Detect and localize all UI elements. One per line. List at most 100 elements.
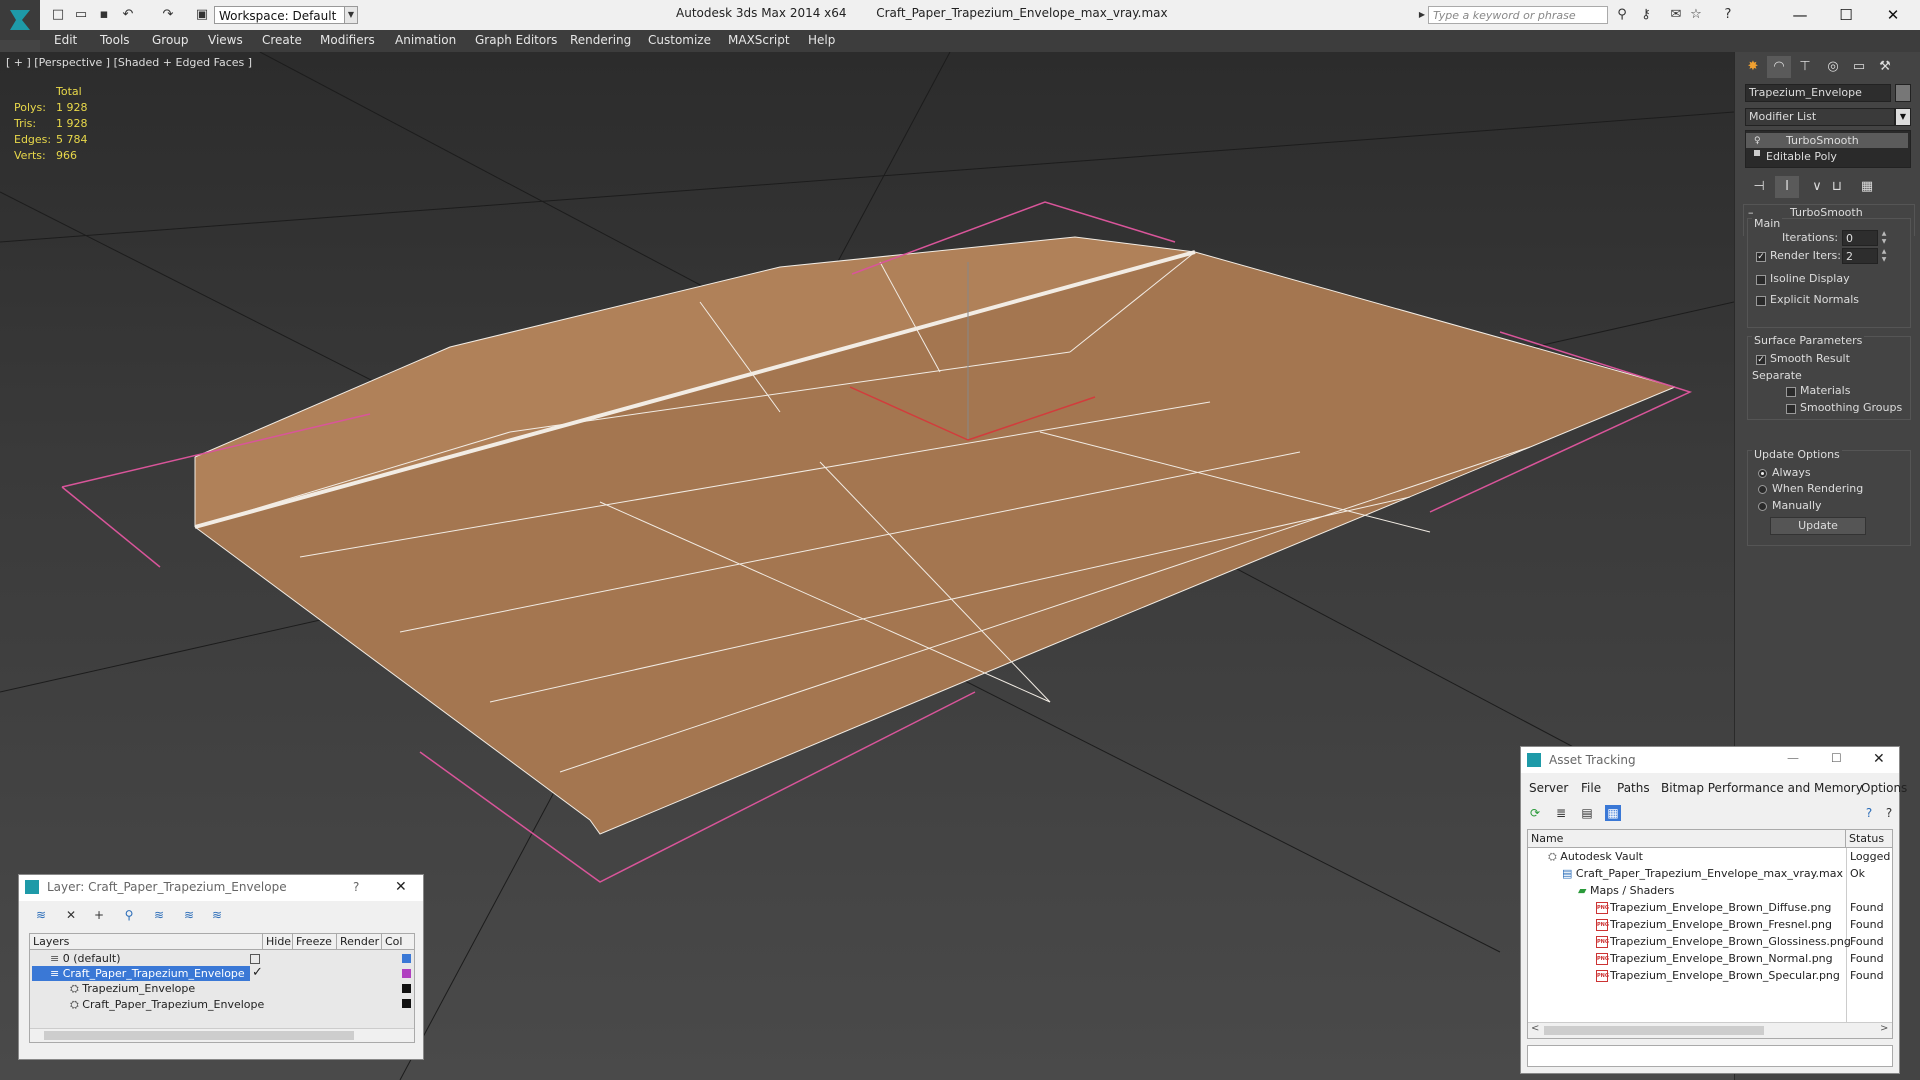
help-button[interactable]: ? [353, 880, 359, 894]
iterations-spinner[interactable]: 0 [1842, 230, 1878, 246]
workspace-dropdown[interactable]: Workspace: Default [214, 6, 354, 24]
save-icon[interactable]: ▪ [96, 7, 112, 23]
search-input[interactable]: Type a keyword or phrase [1428, 6, 1608, 24]
communication-icon[interactable]: ✉ [1668, 7, 1684, 23]
spinner-arrows-icon[interactable]: ▲ ▼ [1880, 230, 1888, 246]
close-icon[interactable]: ✕ [395, 879, 407, 895]
table-row[interactable]: ▰ Maps / Shaders [1578, 884, 1674, 897]
motion-tab-icon[interactable]: ◎ [1821, 56, 1845, 78]
app-logo[interactable] [0, 0, 40, 40]
materials-checkbox[interactable] [1786, 387, 1796, 397]
table-view-icon[interactable]: ▦ [1605, 805, 1621, 821]
modifier-list-dropdown[interactable]: Modifier List [1745, 108, 1895, 126]
always-radio[interactable] [1758, 469, 1767, 478]
menu-modifiers[interactable]: Modifiers [320, 33, 375, 47]
redo-icon[interactable]: ↷ [160, 7, 176, 23]
update-button[interactable]: Update [1770, 517, 1866, 535]
undo-icon[interactable]: ↶ [120, 7, 136, 23]
delete-layer-icon[interactable]: ✕ [63, 907, 79, 923]
table-row[interactable]: ⛭ Autodesk Vault [1548, 850, 1643, 864]
layer-window-titlebar[interactable]: Layer: Craft_Paper_Trapezium_Envelope ? … [19, 875, 423, 901]
menu-paths[interactable]: Paths [1617, 781, 1650, 795]
display-tab-icon[interactable]: ▭ [1847, 56, 1871, 78]
menu-animation[interactable]: Animation [395, 33, 456, 47]
scroll-right-icon[interactable]: > [1880, 1023, 1888, 1034]
table-row[interactable]: Trapezium_Envelope_Brown_Diffuse.png [1610, 901, 1831, 914]
vault-help-icon[interactable]: ? [1861, 805, 1877, 821]
col-color[interactable]: Col [382, 934, 414, 950]
hierarchy-tab-icon[interactable]: ⊤ [1793, 56, 1817, 78]
menu-edit[interactable]: Edit [54, 33, 77, 47]
help-icon[interactable]: ? [1881, 805, 1897, 821]
col-render[interactable]: Render [337, 934, 382, 950]
list-item[interactable]: ⛭ Craft_Paper_Trapezium_Envelope [70, 998, 264, 1012]
menu-options[interactable]: Options [1861, 781, 1907, 795]
when-rendering-radio[interactable] [1758, 485, 1767, 494]
col-name[interactable]: Name [1528, 830, 1846, 848]
menu-help[interactable]: Help [808, 33, 835, 47]
menu-views[interactable]: Views [208, 33, 243, 47]
close-icon[interactable]: ✕ [1873, 751, 1885, 767]
project-folder-icon[interactable]: ▣ [194, 7, 210, 23]
utilities-tab-icon[interactable]: ⚒ [1873, 56, 1897, 78]
layer-color-swatch[interactable] [402, 969, 411, 978]
layer-color-swatch[interactable] [402, 984, 411, 993]
menu-bitmap-performance[interactable]: Bitmap Performance and Memory [1661, 781, 1863, 795]
menu-tools[interactable]: Tools [100, 33, 130, 47]
freeze-all-layers-icon[interactable]: ≋ [209, 907, 225, 923]
scrollbar-thumb[interactable] [44, 1031, 354, 1040]
list-item[interactable]: ≡ 0 (default) [50, 952, 121, 965]
hide-all-layers-icon[interactable]: ≋ [181, 907, 197, 923]
isoline-display-checkbox[interactable] [1756, 275, 1766, 285]
table-row[interactable]: Trapezium_Envelope_Brown_Fresnel.png [1610, 918, 1832, 931]
render-iters-spinner[interactable]: 2 [1842, 248, 1878, 264]
menu-group[interactable]: Group [152, 33, 189, 47]
close-button[interactable]: ✕ [1870, 2, 1916, 28]
show-end-result-icon[interactable]: I [1775, 176, 1799, 198]
new-file-icon[interactable]: □ [50, 7, 66, 23]
open-file-icon[interactable]: ▭ [73, 7, 89, 23]
refresh-icon[interactable]: ⟳ [1527, 805, 1543, 821]
select-in-layer-icon[interactable]: ⚲ [121, 907, 137, 923]
menu-file[interactable]: File [1581, 781, 1601, 795]
col-layers[interactable]: Layers [30, 934, 263, 950]
list-item[interactable]: ⛭ Trapezium_Envelope [70, 982, 195, 996]
pin-stack-icon[interactable]: ⊣ [1747, 176, 1771, 198]
col-status[interactable]: Status [1846, 830, 1892, 848]
menu-server[interactable]: Server [1529, 781, 1568, 795]
layer-color-swatch[interactable] [402, 999, 411, 1008]
remove-modifier-icon[interactable]: ⊔ [1825, 176, 1849, 198]
list-view-icon[interactable]: ≣ [1553, 805, 1569, 821]
spinner-arrows-icon[interactable]: ▲ ▼ [1880, 248, 1888, 264]
chevron-down-icon[interactable]: ▼ [344, 6, 358, 24]
maximize-icon[interactable]: ☐ [1831, 751, 1842, 765]
envelope-mesh[interactable] [195, 237, 1675, 834]
menu-graph-editors[interactable]: Graph Editors [475, 33, 557, 47]
manually-radio[interactable] [1758, 502, 1767, 511]
maximize-button[interactable]: ☐ [1823, 2, 1869, 28]
object-name-field[interactable]: Trapezium_Envelope [1745, 84, 1891, 102]
favorites-star-icon[interactable]: ☆ [1688, 7, 1704, 23]
add-to-layer-icon[interactable]: + [91, 907, 107, 923]
active-layer-box[interactable] [250, 954, 260, 964]
stack-item-editable-poly[interactable]: Editable Poly [1746, 149, 1908, 164]
scroll-left-icon[interactable]: < [1531, 1023, 1539, 1034]
binoculars-icon[interactable]: ⚲ [1614, 7, 1630, 23]
detail-view-icon[interactable]: ▤ [1579, 805, 1595, 821]
asset-window-titlebar[interactable]: Asset Tracking — ☐ ✕ [1521, 747, 1899, 773]
horizontal-scrollbar[interactable]: < > [1528, 1022, 1892, 1038]
highlight-layer-icon[interactable]: ≋ [151, 907, 167, 923]
menu-customize[interactable]: Customize [648, 33, 711, 47]
explicit-normals-checkbox[interactable] [1756, 296, 1766, 306]
layer-color-swatch[interactable] [402, 954, 411, 963]
menu-rendering[interactable]: Rendering [570, 33, 631, 47]
create-layer-icon[interactable]: ≋ [33, 907, 49, 923]
configure-sets-icon[interactable]: ▦ [1855, 176, 1879, 198]
scrollbar-thumb[interactable] [1544, 1026, 1764, 1035]
menu-create[interactable]: Create [262, 33, 302, 47]
list-item[interactable]: ≡ Craft_Paper_Trapezium_Envelope [50, 967, 245, 980]
minimize-button[interactable]: — [1777, 2, 1823, 28]
table-row[interactable]: Trapezium_Envelope_Brown_Glossiness.png [1610, 935, 1851, 948]
minimize-icon[interactable]: — [1787, 751, 1799, 765]
horizontal-scrollbar[interactable] [30, 1028, 414, 1042]
